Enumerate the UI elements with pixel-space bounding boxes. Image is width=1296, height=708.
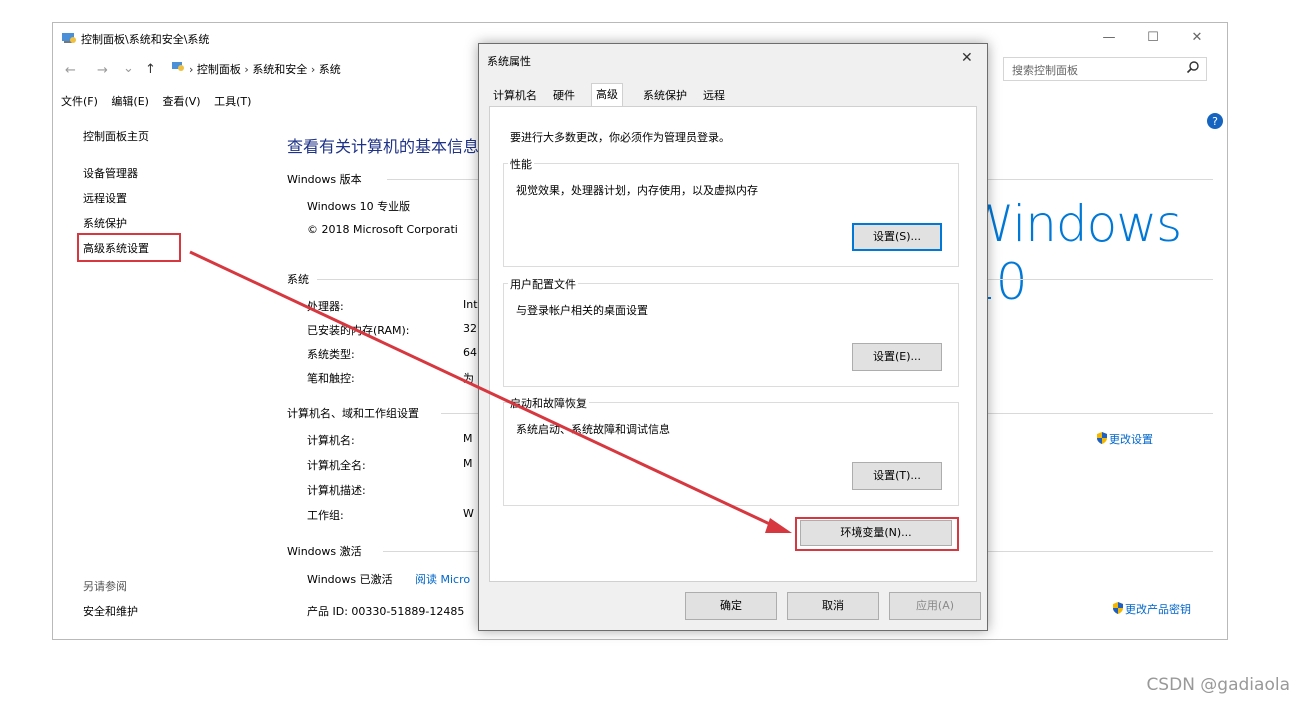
watermark: CSDN @gadiaola	[1146, 675, 1290, 695]
arrow-head	[765, 518, 792, 533]
arrow-line	[189, 250, 775, 528]
annotation-arrow	[189, 250, 792, 533]
